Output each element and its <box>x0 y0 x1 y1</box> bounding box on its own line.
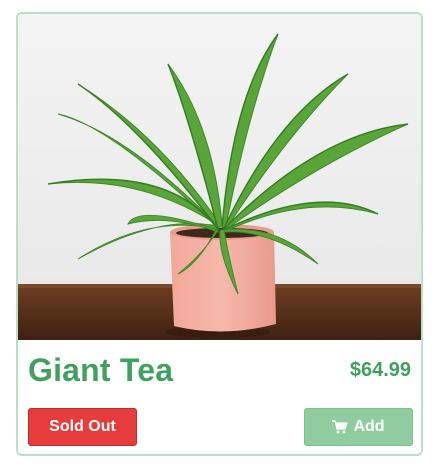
product-price: $64.99 <box>349 359 411 381</box>
add-button-label: Add <box>353 418 385 435</box>
product-card: Giant Tea $64.99 Sold Out Add <box>16 12 423 456</box>
shopping-cart-icon <box>332 420 349 434</box>
product-image <box>18 14 421 340</box>
product-name: Giant Tea <box>28 352 174 388</box>
sold-out-button[interactable]: Sold Out <box>28 408 137 446</box>
add-to-cart-button[interactable]: Add <box>304 408 413 446</box>
